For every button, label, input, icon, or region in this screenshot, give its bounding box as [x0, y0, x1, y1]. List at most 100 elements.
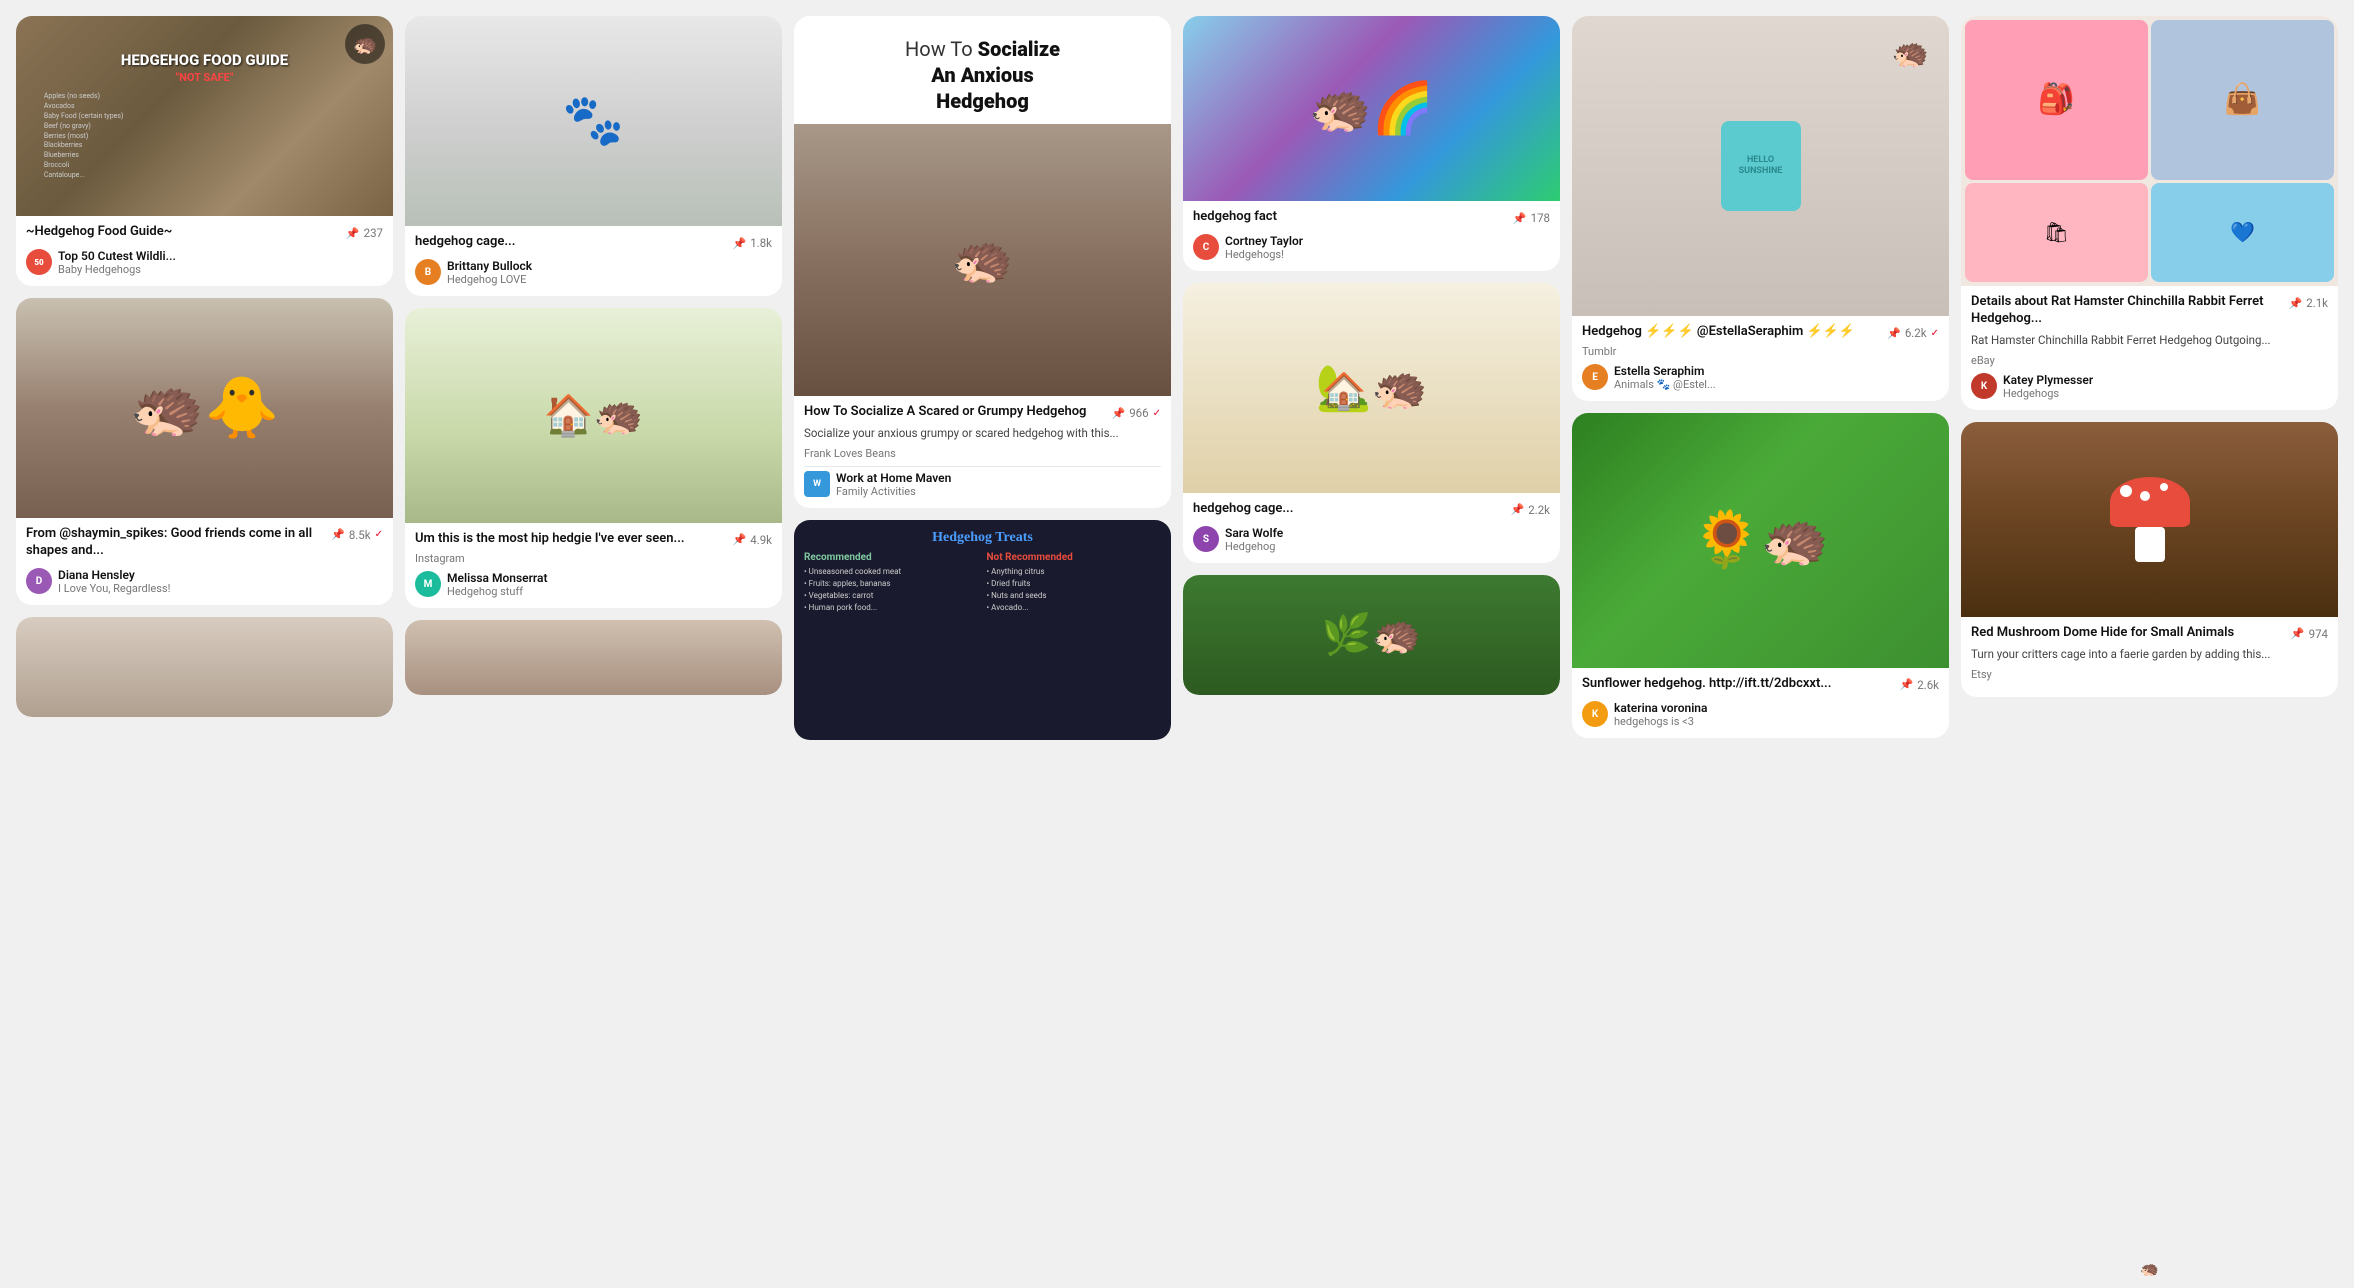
pin-cage-hip-title-label: Um this is the most hip hedgie I've ever… [415, 531, 685, 548]
user-name-friend: Diana Hensley [58, 568, 170, 582]
column-6: 🎒 👜 🛍 💙 Details about Rat Hamster Chinch… [1961, 16, 2338, 697]
pin-rainbow-user[interactable]: C Cortney Taylor Hedgehogs! [1193, 234, 1550, 261]
pin-food-guide-user[interactable]: 50 Top 50 Cutest Wildli... Baby Hedgehog… [26, 249, 383, 276]
pin-carriers-user[interactable]: K Katey Plymesser Hedgehogs [1971, 373, 2328, 400]
pin-mushroom-desc: Turn your critters cage into a faerie ga… [1971, 646, 2328, 662]
user-board-food-guide: Baby Hedgehogs [58, 263, 176, 276]
verified-icon-soc: ✓ [1153, 408, 1161, 419]
pin-sunshine-image: HELLOSUNSHINE 🦔 [1572, 16, 1949, 316]
pin-hedgehog-friend[interactable]: 🦔🐥 From @shaymin_spikes: Good friends co… [16, 298, 393, 605]
carrier-blue: 👜 [2151, 20, 2334, 180]
pin-food-guide[interactable]: HEDGEHOG FOOD GUIDE "NOT SAFE" Apples (n… [16, 16, 393, 286]
user-name-sunflower: katerina voronina [1614, 701, 1707, 715]
socialize-hog-image: 🦔 [794, 124, 1171, 396]
column-3: How To SocializeAn AnxiousHedgehog 🦔 How… [794, 16, 1171, 740]
pin-cage-big[interactable]: 🐾 hedgehog cage... 📌 1.8k B Brittany Bul… [405, 16, 782, 296]
pin-sunflower-user[interactable]: K katerina voronina hedgehogs is <3 [1582, 701, 1939, 728]
pin-socialize-user[interactable]: W Work at Home Maven Family Activities [804, 471, 1161, 498]
pin-cage-hip[interactable]: 🏠🦔 Um this is the most hip hedgie I've e… [405, 308, 782, 608]
user-name-cage-big: Brittany Bullock [447, 259, 532, 273]
pin-cage-hip-user[interactable]: M Melissa Monserrat Hedgehog stuff [415, 571, 772, 598]
pin-cage2-image: 🏡🦔 [1183, 283, 1560, 493]
hello-sunshine-mug: HELLOSUNSHINE [1721, 121, 1801, 211]
user-name-socialize: Work at Home Maven [836, 471, 951, 485]
user-info-cage-hip: Melissa Monserrat Hedgehog stuff [447, 571, 548, 598]
avatar-food-guide: 50 [26, 249, 52, 275]
column-2: 🐾 hedgehog cage... 📌 1.8k B Brittany Bul… [405, 16, 782, 695]
pin-socialize-title-label: How To Socialize A Scared or Grumpy Hedg… [804, 404, 1112, 421]
pin-carriers-info: Details about Rat Hamster Chinchilla Rab… [1961, 286, 2338, 410]
user-info-cage2: Sara Wolfe Hedgehog [1225, 526, 1283, 553]
save-icon-carriers: 📌 [2289, 297, 2303, 310]
pin-treats-image: Hedgehog Treats Recommended • Unseasoned… [794, 520, 1171, 740]
pin-cage-big-info: hedgehog cage... 📌 1.8k B Brittany Bullo… [405, 226, 782, 296]
cage-big-count: 1.8k [750, 236, 772, 250]
pin-food-guide-stats: 📌 237 [346, 226, 383, 240]
user-name-carriers: Katey Plymesser [2003, 373, 2093, 387]
pin-green-hog[interactable]: 🌿🦔 [1183, 575, 1560, 695]
carrier-sky: 💙 [2151, 183, 2334, 283]
pin-cage-hip-stats: 📌 4.9k [733, 533, 773, 547]
user-name-cage-hip: Melissa Monserrat [447, 571, 548, 585]
sunflower-emoji: 🌻🦔 [1692, 508, 1829, 572]
user-board-sunshine: Animals 🐾 @Estel... [1614, 378, 1716, 391]
pin-food-guide-header: ~Hedgehog Food Guide~ 📌 237 [26, 224, 383, 245]
save-icon-friend: 📌 [331, 528, 345, 541]
hedgehog-closeup-image [16, 617, 393, 717]
friend-emoji: 🦔🐥 [130, 372, 279, 443]
green-hog-image: 🌿🦔 [1183, 575, 1560, 695]
mug-text: HELLOSUNSHINE [1739, 155, 1783, 177]
user-board-cage2: Hedgehog [1225, 540, 1283, 553]
pin-cage-big-header: hedgehog cage... 📌 1.8k [415, 234, 772, 255]
pin-rainbow-hog[interactable]: 🦔🌈 hedgehog fact 📌 178 C Cortney Taylor … [1183, 16, 1560, 271]
user-info-sunflower: katerina voronina hedgehogs is <3 [1614, 701, 1707, 728]
avatar-cage-hip: M [415, 571, 441, 597]
pin-sunflower[interactable]: 🌻🦔 Sunflower hedgehog. http://ift.tt/2db… [1572, 413, 1949, 738]
avatar-socialize: W [804, 471, 830, 497]
pin-treats[interactable]: Hedgehog Treats Recommended • Unseasoned… [794, 520, 1171, 740]
pin-food-guide-info: ~Hedgehog Food Guide~ 📌 237 50 Top 50 Cu… [16, 216, 393, 286]
pin-carriers-stats: 📌 2.1k [2289, 296, 2329, 310]
user-board-friend: I Love You, Regardless! [58, 582, 170, 595]
pin-cage2-stats: 📌 2.2k [1511, 503, 1551, 517]
cage-hip-emoji: 🏠🦔 [544, 392, 644, 439]
pin-mushroom-title-label: Red Mushroom Dome Hide for Small Animals [1971, 625, 2291, 642]
treats-columns: Recommended • Unseasoned cooked meat • F… [804, 552, 1161, 614]
pin-sunflower-title-label: Sunflower hedgehog. http://ift.tt/2dbcxx… [1582, 676, 1900, 693]
pin-mushroom[interactable]: 🦔 Red Mushroom Dome Hide for Small Anima… [1961, 422, 2338, 697]
carrier-pink: 🎒 [1965, 20, 2148, 180]
pin-mushroom-header: Red Mushroom Dome Hide for Small Animals… [1971, 625, 2328, 646]
pin-carriers-source: eBay [1971, 354, 2328, 367]
pin-rainbow-image: 🦔🌈 [1183, 16, 1560, 201]
pin-socialize-stats: 📌 966 ✓ [1112, 406, 1161, 420]
pin-sunflower-image: 🌻🦔 [1572, 413, 1949, 668]
pin-socialize[interactable]: How To SocializeAn AnxiousHedgehog 🦔 How… [794, 16, 1171, 508]
pin-hedgehog-closeup[interactable] [16, 617, 393, 717]
pin-sunshine-user[interactable]: E Estella Seraphim Animals 🐾 @Estel... [1582, 364, 1939, 391]
cage2-count: 2.2k [1528, 503, 1550, 517]
pin-cage2[interactable]: 🏡🦔 hedgehog cage... 📌 2.2k S Sara Wolfe … [1183, 283, 1560, 563]
column-5: HELLOSUNSHINE 🦔 Hedgehog ⚡⚡⚡ @EstellaSer… [1572, 16, 1949, 738]
pin-cage-big-user[interactable]: B Brittany Bullock Hedgehog LOVE [415, 259, 772, 286]
mug-hedgehog: 🦔 [1892, 36, 1929, 71]
user-info-food-guide: Top 50 Cutest Wildli... Baby Hedgehogs [58, 249, 176, 276]
pin-cage-hip-header: Um this is the most hip hedgie I've ever… [415, 531, 772, 552]
pin-mushroom-stats: 📌 974 [2291, 627, 2328, 641]
user-board-socialize: Family Activities [836, 485, 951, 498]
pin-hedge-small[interactable] [405, 620, 782, 695]
mushroom-dot1 [2120, 485, 2132, 497]
save-icon-soc: 📌 [1112, 407, 1126, 420]
pin-carriers-title-label: Details about Rat Hamster Chinchilla Rab… [1971, 294, 2289, 328]
pin-sunflower-header: Sunflower hedgehog. http://ift.tt/2dbcxx… [1582, 676, 1939, 697]
pin-sunshine-info: Hedgehog ⚡⚡⚡ @EstellaSeraphim ⚡⚡⚡ 📌 6.2k… [1572, 316, 1949, 401]
pin-friend-user[interactable]: D Diana Hensley I Love You, Regardless! [26, 568, 383, 595]
carriers-count: 2.1k [2306, 296, 2328, 310]
pin-friend-info: From @shaymin_spikes: Good friends come … [16, 518, 393, 605]
treats-notrec-items: • Anything citrus • Dried fruits • Nuts … [987, 566, 1162, 614]
cage-emoji: 🐾 [562, 92, 624, 150]
pin-hello-sunshine[interactable]: HELLOSUNSHINE 🦔 Hedgehog ⚡⚡⚡ @EstellaSer… [1572, 16, 1949, 401]
pin-carriers[interactable]: 🎒 👜 🛍 💙 Details about Rat Hamster Chinch… [1961, 16, 2338, 410]
pin-carriers-header: Details about Rat Hamster Chinchilla Rab… [1971, 294, 2328, 332]
avatar-carriers: K [1971, 373, 1997, 399]
pin-cage2-user[interactable]: S Sara Wolfe Hedgehog [1193, 526, 1550, 553]
